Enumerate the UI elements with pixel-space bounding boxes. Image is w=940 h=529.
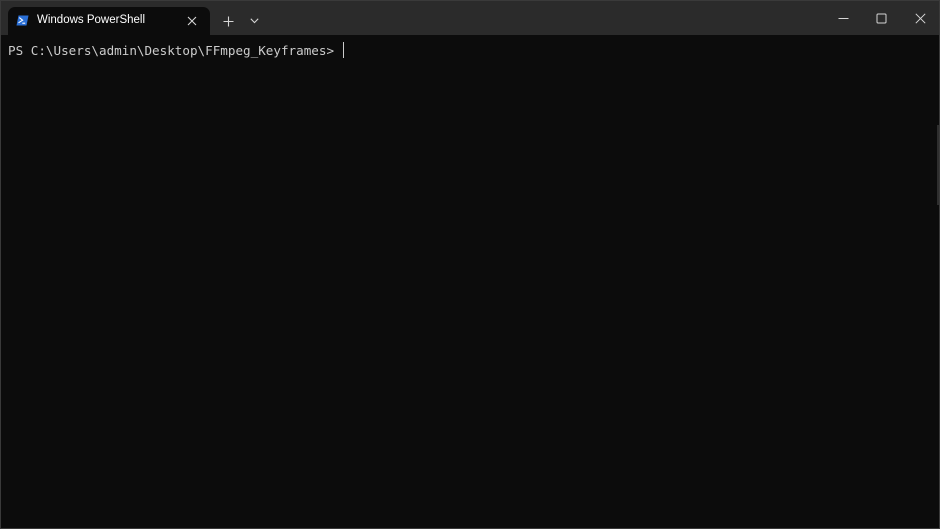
tab-dropdown-button[interactable] xyxy=(245,11,263,31)
minimize-button[interactable] xyxy=(824,1,862,35)
scrollbar[interactable] xyxy=(937,125,939,205)
terminal-window: Windows PowerShell PS C:\Users\admin\Des… xyxy=(0,0,940,529)
close-window-button[interactable] xyxy=(901,1,939,35)
maximize-button[interactable] xyxy=(862,1,900,35)
command-line[interactable]: PS C:\Users\admin\Desktop\FFmpeg_Keyfram… xyxy=(8,42,345,58)
close-icon xyxy=(914,12,926,24)
terminal-output[interactable]: PS C:\Users\admin\Desktop\FFmpeg_Keyfram… xyxy=(1,35,939,528)
prompt-text: PS C:\Users\admin\Desktop\FFmpeg_Keyfram… xyxy=(8,43,342,58)
new-tab-button[interactable] xyxy=(218,11,238,31)
close-tab-button[interactable] xyxy=(183,12,201,30)
chevron-down-icon xyxy=(249,18,259,24)
maximize-icon xyxy=(876,13,886,23)
close-icon xyxy=(187,16,197,26)
powershell-icon xyxy=(16,15,29,26)
plus-icon xyxy=(223,16,233,26)
tab-windows-powershell[interactable]: Windows PowerShell xyxy=(8,7,210,35)
tab-title: Windows PowerShell xyxy=(37,14,146,26)
minimize-icon xyxy=(838,17,848,19)
text-cursor xyxy=(342,42,345,58)
title-bar[interactable]: Windows PowerShell xyxy=(1,1,939,35)
